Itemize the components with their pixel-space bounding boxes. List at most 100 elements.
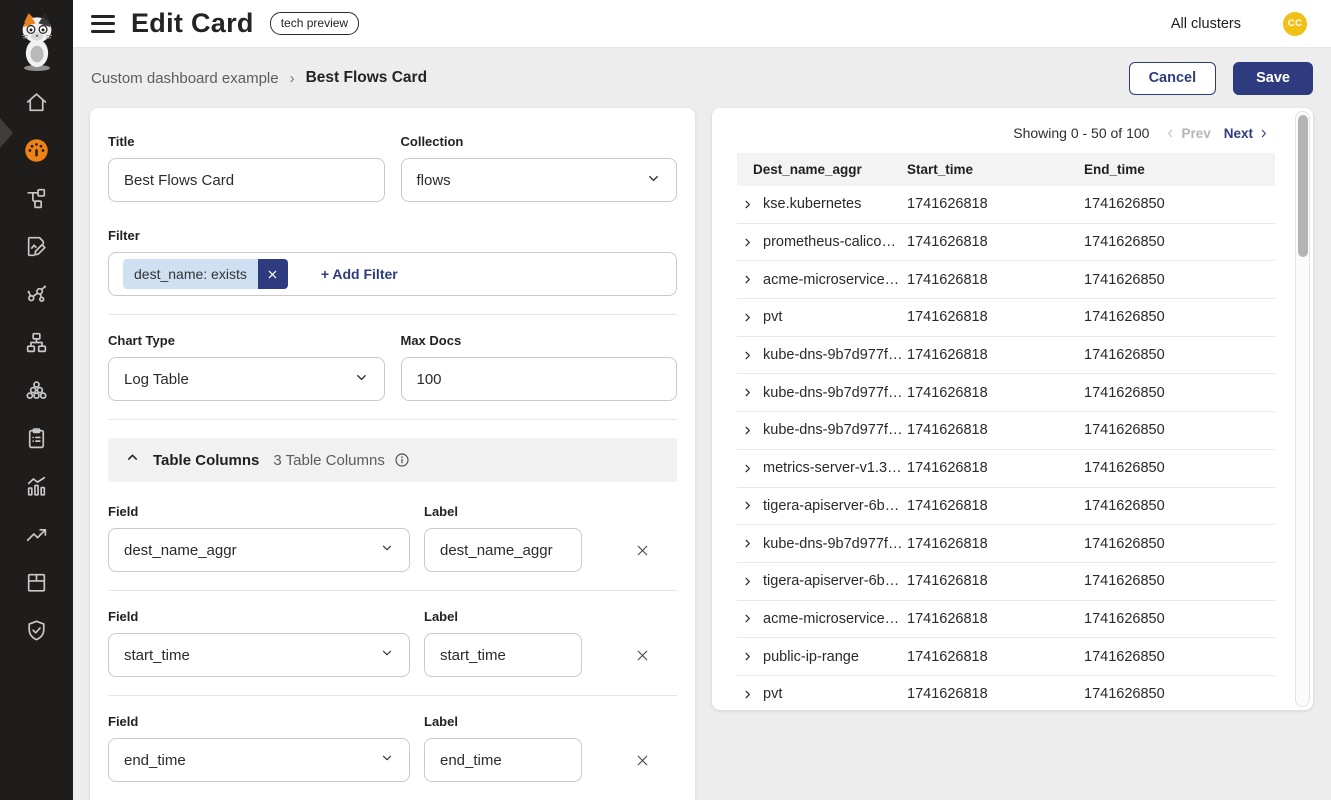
table-row[interactable]: public-ip-range 1741626818 1741626850 — [737, 638, 1275, 676]
table-row[interactable]: pvt 1741626818 1741626850 — [737, 299, 1275, 337]
remove-column-button[interactable] — [629, 528, 655, 572]
title-label: Title — [108, 134, 385, 149]
end-time-value: 1741626850 — [1079, 686, 1275, 702]
field-select[interactable]: start_time — [108, 633, 410, 677]
scrollbar-thumb[interactable] — [1298, 115, 1308, 257]
remove-filter-button[interactable] — [258, 259, 288, 289]
sidebar-item-logs[interactable] — [0, 222, 73, 270]
expand-row-chevron-icon[interactable] — [742, 463, 753, 474]
column-label-input[interactable] — [424, 633, 582, 677]
column-header-start[interactable]: Start_time — [902, 162, 1079, 177]
field-label: Field — [108, 609, 410, 624]
end-time-value: 1741626850 — [1079, 460, 1275, 476]
expand-row-chevron-icon[interactable] — [742, 576, 753, 587]
max-docs-input[interactable] — [401, 357, 678, 401]
expand-row-chevron-icon[interactable] — [742, 651, 753, 662]
cluster-selector[interactable]: All clusters — [1171, 16, 1241, 32]
dest-name-value: public-ip-range — [763, 649, 859, 665]
chevron-down-icon — [380, 646, 394, 664]
remove-column-button[interactable] — [629, 738, 655, 782]
filter-chip-text: dest_name: exists — [123, 259, 258, 289]
table-columns-section-header[interactable]: Table Columns 3 Table Columns — [108, 438, 677, 482]
start-time-value: 1741626818 — [902, 649, 1079, 665]
info-icon[interactable] — [394, 452, 410, 468]
expand-row-chevron-icon[interactable] — [742, 274, 753, 285]
dest-name-cell: tigera-apiserver-6b… — [737, 498, 902, 514]
table-row[interactable]: kube-dns-9b7d977f… 1741626818 1741626850 — [737, 337, 1275, 375]
table-row[interactable]: acme-microservice… 1741626818 1741626850 — [737, 601, 1275, 639]
table-row[interactable]: acme-microservice… 1741626818 1741626850 — [737, 261, 1275, 299]
expand-row-chevron-icon[interactable] — [742, 500, 753, 511]
sidebar-item-tree-view[interactable] — [0, 318, 73, 366]
field-select[interactable]: dest_name_aggr — [108, 528, 410, 572]
expand-row-chevron-icon[interactable] — [742, 425, 753, 436]
breadcrumb-parent[interactable]: Custom dashboard example — [91, 70, 279, 87]
field-label: Field — [108, 714, 410, 729]
sidebar-item-clusters[interactable] — [0, 366, 73, 414]
collection-label: Collection — [401, 134, 678, 149]
sidebar-item-service-graph[interactable] — [0, 174, 73, 222]
page-title: Edit Card — [131, 8, 254, 39]
dest-name-value: kube-dns-9b7d977f… — [763, 347, 902, 363]
end-time-value: 1741626850 — [1079, 498, 1275, 514]
sidebar-item-inventory[interactable] — [0, 558, 73, 606]
prev-page-button[interactable]: Prev — [1165, 126, 1210, 141]
next-page-button[interactable]: Next — [1224, 126, 1269, 141]
dest-name-value: pvt — [763, 309, 782, 325]
expand-row-chevron-icon[interactable] — [742, 237, 753, 248]
table-row[interactable]: tigera-apiserver-6b… 1741626818 17416268… — [737, 563, 1275, 601]
sidebar-item-security[interactable] — [0, 606, 73, 654]
top-bar: Edit Card tech preview All clusters CC — [73, 0, 1331, 48]
avatar[interactable]: CC — [1283, 12, 1307, 36]
sidebar-nav — [0, 78, 73, 654]
expand-row-chevron-icon[interactable] — [742, 538, 753, 549]
expand-row-chevron-icon[interactable] — [742, 689, 753, 700]
expand-row-chevron-icon[interactable] — [742, 199, 753, 210]
table-row[interactable]: metrics-server-v1.3… 1741626818 17416268… — [737, 450, 1275, 488]
breadcrumb-separator: › — [290, 70, 295, 87]
sidebar-item-reports[interactable] — [0, 462, 73, 510]
cancel-button[interactable]: Cancel — [1129, 62, 1217, 95]
table-row[interactable]: prometheus-calico… 1741626818 1741626850 — [737, 224, 1275, 262]
expand-row-chevron-icon[interactable] — [742, 387, 753, 398]
sidebar-item-network-graph[interactable] — [0, 270, 73, 318]
add-filter-link[interactable]: + Add Filter — [321, 266, 398, 282]
column-label-input[interactable] — [424, 528, 582, 572]
calico-cat-logo[interactable] — [0, 0, 73, 78]
column-config-row: Field end_time Label — [108, 714, 677, 782]
start-time-value: 1741626818 — [902, 309, 1079, 325]
table-row[interactable]: kube-dns-9b7d977f… 1741626818 1741626850 — [737, 412, 1275, 450]
dest-name-value: tigera-apiserver-6b… — [763, 573, 899, 589]
chevron-down-icon — [380, 751, 394, 769]
title-input[interactable] — [108, 158, 385, 202]
table-row[interactable]: kse.kubernetes 1741626818 1741626850 — [737, 186, 1275, 224]
chevron-up-icon[interactable] — [125, 450, 140, 470]
table-row[interactable]: pvt 1741626818 1741626850 — [737, 676, 1275, 710]
table-row[interactable]: tigera-apiserver-6b… 1741626818 17416268… — [737, 488, 1275, 526]
start-time-value: 1741626818 — [902, 196, 1079, 212]
column-header-dest[interactable]: Dest_name_aggr — [737, 162, 902, 177]
chart-type-select[interactable]: Log Table — [108, 357, 385, 401]
end-time-value: 1741626850 — [1079, 573, 1275, 589]
expand-row-chevron-icon[interactable] — [742, 312, 753, 323]
expand-row-chevron-icon[interactable] — [742, 613, 753, 624]
table-row[interactable]: kube-dns-9b7d977f… 1741626818 1741626850 — [737, 525, 1275, 563]
dest-name-cell: kube-dns-9b7d977f… — [737, 536, 902, 552]
sidebar-item-trends[interactable] — [0, 510, 73, 558]
field-label: Field — [108, 504, 410, 519]
expand-row-chevron-icon[interactable] — [742, 350, 753, 361]
sidebar-item-compliance[interactable] — [0, 414, 73, 462]
column-config-row: Field start_time Label — [108, 609, 677, 696]
hamburger-menu-icon[interactable] — [91, 15, 115, 33]
remove-column-button[interactable] — [629, 633, 655, 677]
save-button[interactable]: Save — [1233, 62, 1313, 95]
field-select[interactable]: end_time — [108, 738, 410, 782]
dest-name-value: prometheus-calico… — [763, 234, 896, 250]
filter-box[interactable]: dest_name: exists + Add Filter — [108, 252, 677, 296]
collection-select[interactable]: flows — [401, 158, 678, 202]
dest-name-cell: tigera-apiserver-6b… — [737, 573, 902, 589]
security-icon — [24, 618, 49, 643]
table-row[interactable]: kube-dns-9b7d977f… 1741626818 1741626850 — [737, 374, 1275, 412]
column-label-input[interactable] — [424, 738, 582, 782]
column-header-end[interactable]: End_time — [1079, 162, 1275, 177]
